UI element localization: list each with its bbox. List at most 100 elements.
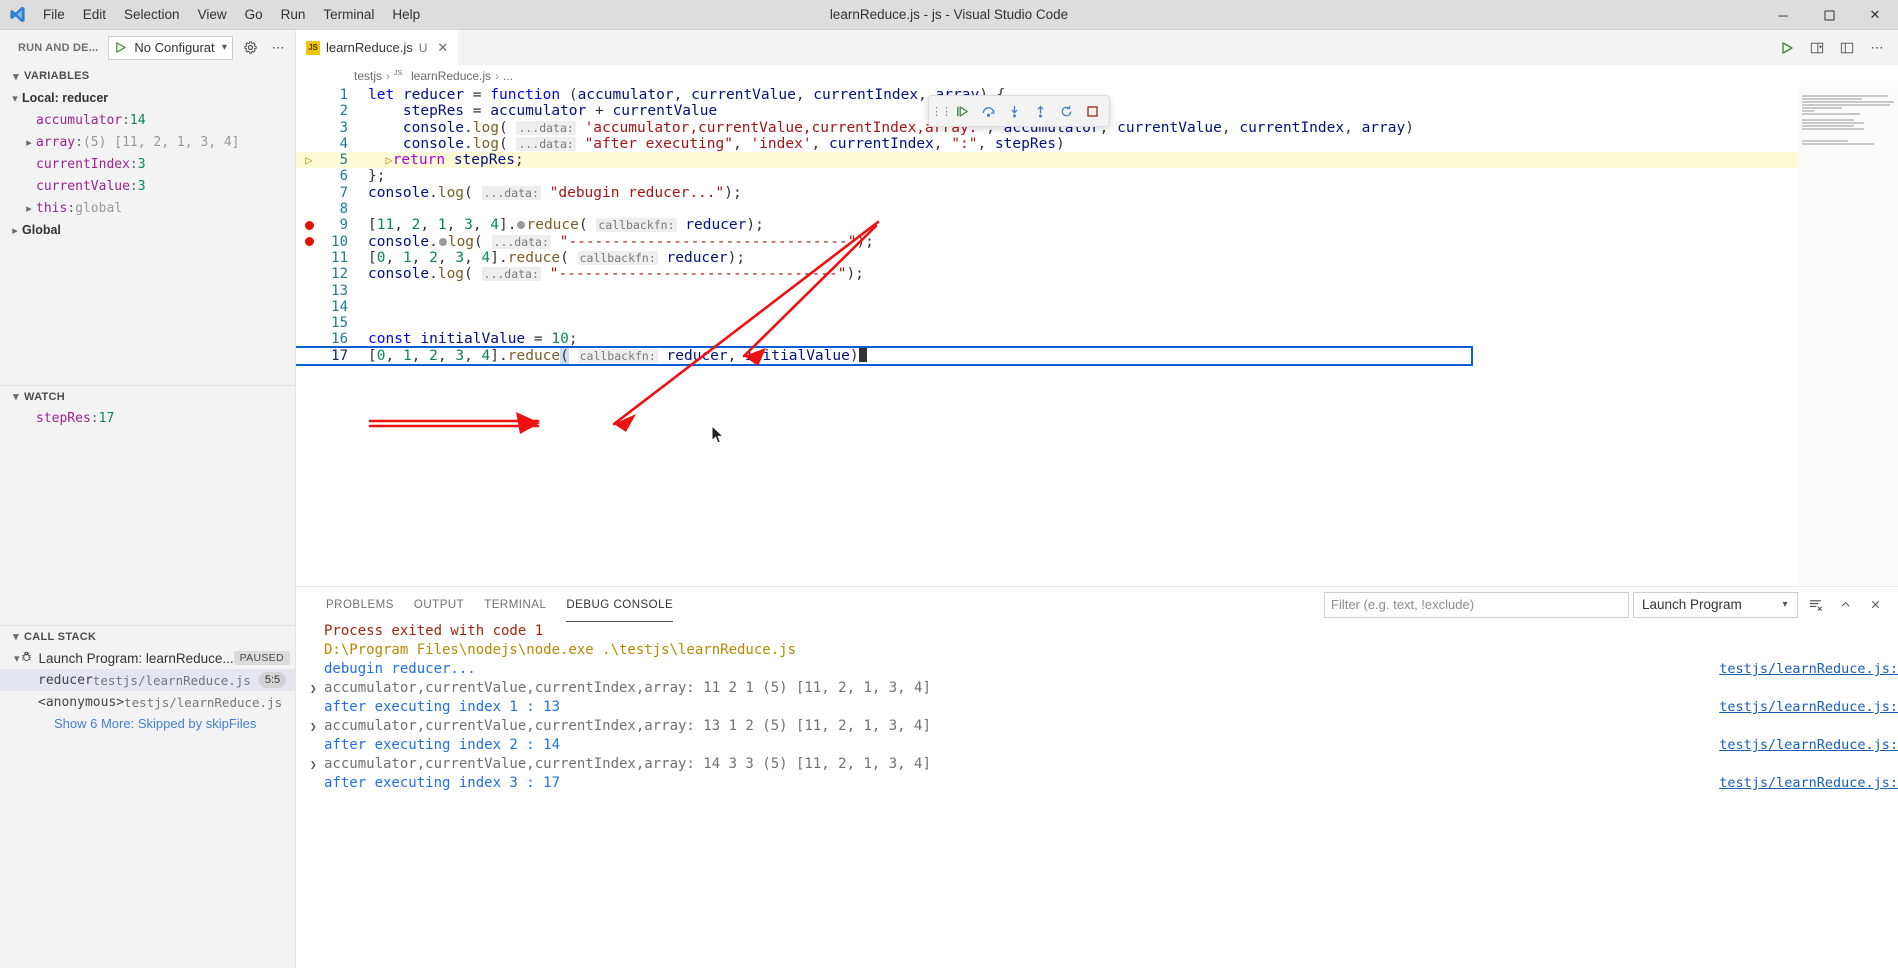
minimize-button[interactable]: ─ — [1760, 0, 1806, 30]
chevron-right-icon[interactable]: ▸ — [22, 136, 36, 149]
code-line[interactable]: 9[11, 2, 1, 3, 4].reduce( callbackfn: re… — [296, 217, 1898, 233]
tab-learnreduce-js[interactable]: JS learnReduce.js U ✕ — [296, 30, 459, 65]
minimap[interactable] — [1798, 87, 1898, 586]
console-row[interactable]: after executing index 2 : 14testjs/learn… — [296, 736, 1898, 755]
code-line-text[interactable]: stepRes = accumulator + currentValue — [362, 103, 1898, 119]
maximize-button[interactable] — [1806, 0, 1852, 30]
breadcrumb-symbol[interactable]: ... — [503, 69, 513, 83]
console-row[interactable]: ❯accumulator,currentValue,currentIndex,a… — [296, 755, 1898, 774]
variables-scope-local[interactable]: ▾ Local: reducer — [0, 87, 295, 109]
gear-icon[interactable] — [237, 35, 263, 61]
code-line-text[interactable]: console.log( ...data: "-----------------… — [362, 234, 1898, 250]
menu-selection[interactable]: Selection — [115, 0, 189, 30]
code-line[interactable]: 15 — [296, 315, 1898, 331]
code-line-text[interactable]: console.log( ...data: "after executing",… — [362, 136, 1898, 152]
variable-row[interactable]: currentValue : 3 — [0, 175, 295, 197]
code-line[interactable]: 4 console.log( ...data: "after executing… — [296, 136, 1898, 152]
split-editor-icon[interactable] — [1804, 35, 1830, 61]
console-row[interactable]: D:\Program Files\nodejs\node.exe .\testj… — [296, 641, 1898, 660]
code-line-text[interactable]: }; — [362, 168, 1898, 184]
tab-problems[interactable]: PROBLEMS — [316, 587, 404, 622]
stop-button[interactable] — [1079, 98, 1105, 124]
tab-output[interactable]: OUTPUT — [404, 587, 474, 622]
code-line[interactable]: 11[0, 1, 2, 3, 4].reduce( callbackfn: re… — [296, 250, 1898, 266]
close-panel-icon[interactable] — [1862, 592, 1888, 618]
chevron-up-icon[interactable] — [1832, 592, 1858, 618]
restart-button[interactable] — [1053, 98, 1079, 124]
code-line[interactable]: 14 — [296, 299, 1898, 315]
tab-close-icon[interactable]: ✕ — [437, 40, 448, 56]
code-line[interactable]: 17[0, 1, 2, 3, 4].reduce( callbackfn: re… — [296, 348, 1471, 364]
filter-input[interactable] — [1324, 592, 1629, 618]
code-line[interactable]: 8 — [296, 201, 1898, 217]
expand-chevron-icon[interactable]: ❯ — [310, 679, 324, 698]
step-into-button[interactable] — [1001, 98, 1027, 124]
code-editor[interactable]: 1let reducer = function (accumulator, cu… — [296, 87, 1898, 586]
menu-go[interactable]: Go — [236, 0, 272, 30]
breadcrumb-file[interactable]: learnReduce.js — [411, 69, 491, 83]
code-line[interactable]: 13 — [296, 283, 1898, 299]
run-icon[interactable] — [1774, 35, 1800, 61]
console-row[interactable]: after executing index 3 : 17testjs/learn… — [296, 774, 1898, 793]
code-line-text[interactable]: [11, 2, 1, 3, 4].reduce( callbackfn: red… — [362, 217, 1898, 233]
console-row[interactable]: ❯accumulator,currentValue,currentIndex,a… — [296, 717, 1898, 736]
watch-pane-header[interactable]: ▾ WATCH — [0, 385, 295, 407]
code-line-text[interactable]: ▷return stepRes; — [362, 152, 1898, 168]
drag-handle-icon[interactable]: ⋮⋮ — [933, 105, 949, 118]
more-actions-icon[interactable]: ⋯ — [265, 35, 291, 61]
callstack-session-row[interactable]: ▾ Launch Program: learnReduce... PAUSED — [0, 647, 295, 669]
callstack-pane-header[interactable]: ▾ CALL STACK — [0, 625, 295, 647]
callstack-frame-row[interactable]: <anonymous> testjs/learnReduce.js — [0, 691, 295, 713]
current-execution-marker[interactable]: ▷ — [296, 152, 322, 168]
step-out-button[interactable] — [1027, 98, 1053, 124]
code-line-text[interactable]: console.log( ...data: "debugin reducer..… — [362, 185, 1898, 201]
code-line[interactable]: ▷5 ▷return stepRes; — [296, 152, 1898, 168]
variable-row[interactable]: accumulator : 14 — [0, 109, 295, 131]
menu-terminal[interactable]: Terminal — [314, 0, 383, 30]
variable-row[interactable]: ▸ this : global — [0, 197, 295, 219]
console-source-link[interactable]: testjs/learnReduce.js: — [1719, 698, 1898, 717]
expand-chevron-icon[interactable]: ❯ — [310, 755, 324, 774]
launch-configuration-select[interactable]: No Configurat ▾ — [108, 36, 233, 60]
more-icon[interactable]: ⋯ — [1864, 35, 1890, 61]
breakpoint-dot[interactable] — [296, 237, 322, 246]
close-window-button[interactable]: ✕ — [1852, 0, 1898, 30]
debug-console-output[interactable]: Process exited with code 1D:\Program Fil… — [296, 622, 1898, 968]
chevron-right-icon[interactable]: ▸ — [8, 224, 22, 237]
code-line-text[interactable]: console.log( ...data: 'accumulator,curre… — [362, 120, 1898, 136]
code-line-text[interactable]: [0, 1, 2, 3, 4].reduce( callbackfn: redu… — [362, 250, 1898, 266]
variable-row[interactable]: ▸ array : (5) [11, 2, 1, 3, 4] — [0, 131, 295, 153]
chevron-right-icon[interactable]: ▸ — [22, 202, 36, 215]
continue-button[interactable] — [949, 98, 975, 124]
callstack-frame-row[interactable]: reducer testjs/learnReduce.js 5:5 — [0, 669, 295, 691]
menu-file[interactable]: File — [34, 0, 74, 30]
code-line-text[interactable]: const initialValue = 10; — [362, 331, 1898, 347]
start-debug-icon[interactable] — [109, 41, 131, 54]
code-line[interactable]: 16const initialValue = 10; — [296, 331, 1898, 347]
clear-console-icon[interactable] — [1802, 592, 1828, 618]
console-source-link[interactable]: testjs/learnReduce.js: — [1719, 774, 1898, 793]
tab-terminal[interactable]: TERMINAL — [474, 587, 556, 622]
console-source-link[interactable]: testjs/learnReduce.js: — [1719, 736, 1898, 755]
code-line-text[interactable]: console.log( ...data: "-----------------… — [362, 266, 1898, 282]
watch-row[interactable]: stepRes : 17 — [0, 407, 295, 429]
step-over-button[interactable] — [975, 98, 1001, 124]
code-line-text[interactable]: let reducer = function (accumulator, cur… — [362, 87, 1898, 103]
variables-pane-header[interactable]: ▾ VARIABLES — [0, 65, 295, 87]
expand-chevron-icon[interactable]: ❯ — [310, 717, 324, 736]
layout-icon[interactable] — [1834, 35, 1860, 61]
console-source-link[interactable]: testjs/learnReduce.js: — [1719, 660, 1898, 679]
show-more-frames-link[interactable]: Show 6 More: Skipped by skipFiles — [0, 713, 295, 735]
console-row[interactable]: Process exited with code 1 — [296, 622, 1898, 641]
code-line[interactable]: 12console.log( ...data: "---------------… — [296, 266, 1898, 282]
console-row[interactable]: ❯accumulator,currentValue,currentIndex,a… — [296, 679, 1898, 698]
debug-session-select[interactable]: Launch Program ▾ — [1633, 592, 1798, 618]
menu-run[interactable]: Run — [272, 0, 315, 30]
console-row[interactable]: debugin reducer...testjs/learnReduce.js: — [296, 660, 1898, 679]
debug-toolbar[interactable]: ⋮⋮ — [928, 95, 1110, 127]
breakpoint-dot[interactable] — [296, 221, 322, 230]
code-lines[interactable]: 1let reducer = function (accumulator, cu… — [296, 87, 1898, 364]
console-row[interactable]: after executing index 1 : 13testjs/learn… — [296, 698, 1898, 717]
menu-edit[interactable]: Edit — [74, 0, 115, 30]
menu-view[interactable]: View — [189, 0, 236, 30]
